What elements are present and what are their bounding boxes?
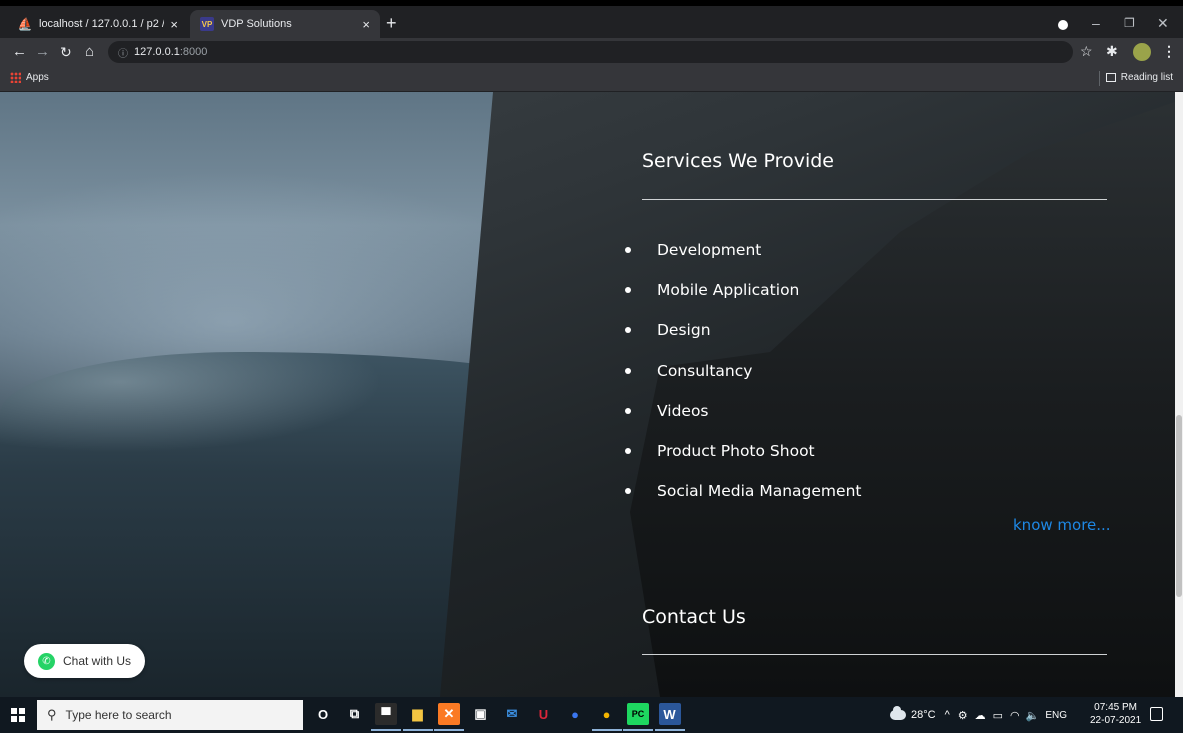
site-info-icon[interactable]: ⓘ bbox=[118, 45, 128, 60]
bullet-icon bbox=[625, 447, 631, 454]
apps-label: Apps bbox=[26, 72, 49, 83]
profile-avatar[interactable] bbox=[1133, 43, 1151, 61]
taskbar-search-box[interactable]: ⚲ Type here to search bbox=[37, 700, 303, 730]
file-explorer-taskbar-icon[interactable]: ▆ bbox=[402, 703, 433, 731]
home-icon[interactable]: ⌂ bbox=[85, 43, 94, 61]
vdp-favicon-icon: VP bbox=[200, 17, 214, 31]
apps-grid-icon bbox=[10, 72, 21, 83]
contact-divider bbox=[642, 654, 1107, 655]
url-port: :8000 bbox=[179, 46, 208, 58]
contact-heading: Contact Us bbox=[642, 605, 746, 628]
search-icon: ⚲ bbox=[47, 707, 57, 722]
task-view-taskbar-icon[interactable]: ⧉ bbox=[344, 703, 366, 725]
service-item: Design bbox=[625, 318, 861, 358]
tray-chevron-icon[interactable]: ^ bbox=[945, 709, 950, 721]
maximize-button[interactable]: ❐ bbox=[1124, 16, 1135, 30]
url-host: 127.0.0.1 bbox=[134, 46, 180, 58]
page-content: Services We Provide Development Mobile A… bbox=[0, 92, 1175, 697]
chrome-taskbar-icon[interactable]: ● bbox=[591, 703, 622, 731]
pycharm-taskbar-icon[interactable]: PC bbox=[623, 703, 653, 731]
bullet-icon bbox=[625, 488, 631, 495]
service-label: Development bbox=[657, 241, 762, 259]
reading-list-icon bbox=[1105, 73, 1116, 82]
bookmarks-divider bbox=[1099, 71, 1100, 86]
chat-button-label: Chat with Us bbox=[63, 654, 132, 668]
browser-tab-strip: ⛵ localhost / 127.0.0.1 / p2 / review × … bbox=[0, 0, 1183, 38]
wifi-icon[interactable]: ◠ bbox=[1010, 709, 1020, 722]
bookmark-star-icon[interactable]: ☆ bbox=[1080, 43, 1093, 60]
weather-cloud-icon[interactable] bbox=[890, 706, 906, 720]
clock-date: 22-07-2021 bbox=[1090, 715, 1142, 726]
windows-taskbar: ⚲ Type here to search O ⧉ ▀ ▆ ✕ ▣ ✉ U ● ● PC W 28°C… bbox=[0, 697, 1183, 733]
services-divider bbox=[642, 199, 1107, 200]
tab-close-icon[interactable]: × bbox=[170, 17, 178, 32]
address-bar[interactable]: ⓘ 127.0.0.1:8000 bbox=[108, 41, 1073, 63]
bullet-icon bbox=[625, 287, 631, 294]
back-arrow-icon[interactable]: ← bbox=[12, 43, 27, 61]
services-heading: Services We Provide bbox=[642, 149, 834, 172]
search-placeholder: Type here to search bbox=[65, 708, 172, 722]
bullet-icon bbox=[625, 327, 631, 334]
tab-vdp-solutions[interactable]: VP VDP Solutions × bbox=[190, 10, 380, 38]
signal-taskbar-icon[interactable]: ● bbox=[564, 703, 586, 725]
language-indicator[interactable]: ENG bbox=[1045, 710, 1067, 721]
mcafee-taskbar-icon[interactable]: U bbox=[533, 703, 555, 725]
service-label: Videos bbox=[657, 401, 709, 420]
know-more-link[interactable]: know more... bbox=[1013, 516, 1111, 534]
service-item: Mobile Application bbox=[625, 278, 861, 318]
tab-close-icon[interactable]: × bbox=[362, 17, 370, 32]
bullet-icon bbox=[625, 247, 631, 253]
bookmarks-bar: Apps Reading list bbox=[0, 66, 1183, 92]
mail-taskbar-icon[interactable]: ✉ bbox=[501, 703, 523, 725]
page-scrollbar[interactable] bbox=[1175, 92, 1183, 697]
forward-arrow-icon[interactable]: → bbox=[35, 43, 50, 61]
whatsapp-icon: ✆ bbox=[38, 652, 55, 670]
volume-icon[interactable]: 🔈 bbox=[1026, 709, 1040, 722]
tab-label: VDP Solutions bbox=[221, 18, 292, 30]
service-label: Design bbox=[657, 321, 711, 340]
bullet-icon bbox=[625, 367, 631, 374]
tab-label: localhost / 127.0.0.1 / p2 / review bbox=[39, 18, 164, 30]
browser-toolbar: ← → ↻ ⌂ ⓘ 127.0.0.1:8000 ☆ ✱ ⋮ bbox=[0, 38, 1183, 66]
store-taskbar-icon[interactable]: ▣ bbox=[470, 703, 492, 725]
phpmyadmin-favicon-icon: ⛵ bbox=[17, 17, 33, 31]
terminal-taskbar-icon[interactable]: ▀ bbox=[371, 703, 401, 731]
scrollbar-thumb[interactable] bbox=[1176, 415, 1182, 597]
service-item: Product Photo Shoot bbox=[625, 439, 861, 479]
tray-app-icon[interactable]: ⚙ bbox=[958, 709, 968, 722]
clock-time: 07:45 PM bbox=[1094, 702, 1137, 713]
battery-icon[interactable]: ▭ bbox=[993, 709, 1003, 722]
reading-list-label: Reading list bbox=[1120, 72, 1173, 83]
browser-menu-icon[interactable]: ⋮ bbox=[1162, 43, 1176, 60]
weather-temp[interactable]: 28°C bbox=[911, 709, 936, 721]
service-item: Consultancy bbox=[625, 359, 861, 399]
service-label: Consultancy bbox=[657, 361, 753, 380]
minimize-button[interactable]: – bbox=[1092, 15, 1100, 31]
extensions-puzzle-icon[interactable]: ✱ bbox=[1106, 43, 1118, 60]
service-label: Product Photo Shoot bbox=[657, 441, 815, 460]
services-list: Development Mobile Application Design Co… bbox=[625, 238, 861, 519]
onedrive-icon[interactable]: ☁ bbox=[975, 709, 986, 722]
service-label: Mobile Application bbox=[657, 281, 800, 300]
word-taskbar-icon[interactable]: W bbox=[654, 703, 685, 731]
service-item: Videos bbox=[625, 399, 861, 439]
reload-icon[interactable]: ↻ bbox=[60, 43, 72, 61]
service-label: Social Media Management bbox=[657, 482, 862, 501]
reading-list-button[interactable]: Reading list bbox=[1105, 72, 1173, 83]
chat-with-us-button[interactable]: ✆ Chat with Us bbox=[24, 644, 145, 678]
new-tab-button[interactable]: + bbox=[386, 14, 397, 32]
xampp-taskbar-icon[interactable]: ✕ bbox=[434, 703, 464, 731]
bullet-icon bbox=[625, 407, 631, 414]
system-tray: 28°C ^ ⚙ ☁ ▭ ◠ 🔈 ENG bbox=[890, 697, 1067, 733]
record-indicator-icon[interactable] bbox=[1058, 20, 1068, 30]
service-item: Development bbox=[625, 238, 861, 278]
tab-phpmyadmin[interactable]: ⛵ localhost / 127.0.0.1 / p2 / review × bbox=[8, 10, 188, 38]
apps-shortcut[interactable]: Apps bbox=[10, 72, 49, 83]
taskbar-clock[interactable]: 07:45 PM 22-07-2021 bbox=[1090, 701, 1141, 727]
notification-center-icon[interactable] bbox=[1150, 707, 1163, 721]
windows-start-icon[interactable] bbox=[11, 708, 25, 722]
close-window-button[interactable]: ✕ bbox=[1157, 15, 1169, 32]
cortana-taskbar-icon[interactable]: O bbox=[312, 703, 334, 725]
service-item: Social Media Management bbox=[625, 479, 861, 519]
